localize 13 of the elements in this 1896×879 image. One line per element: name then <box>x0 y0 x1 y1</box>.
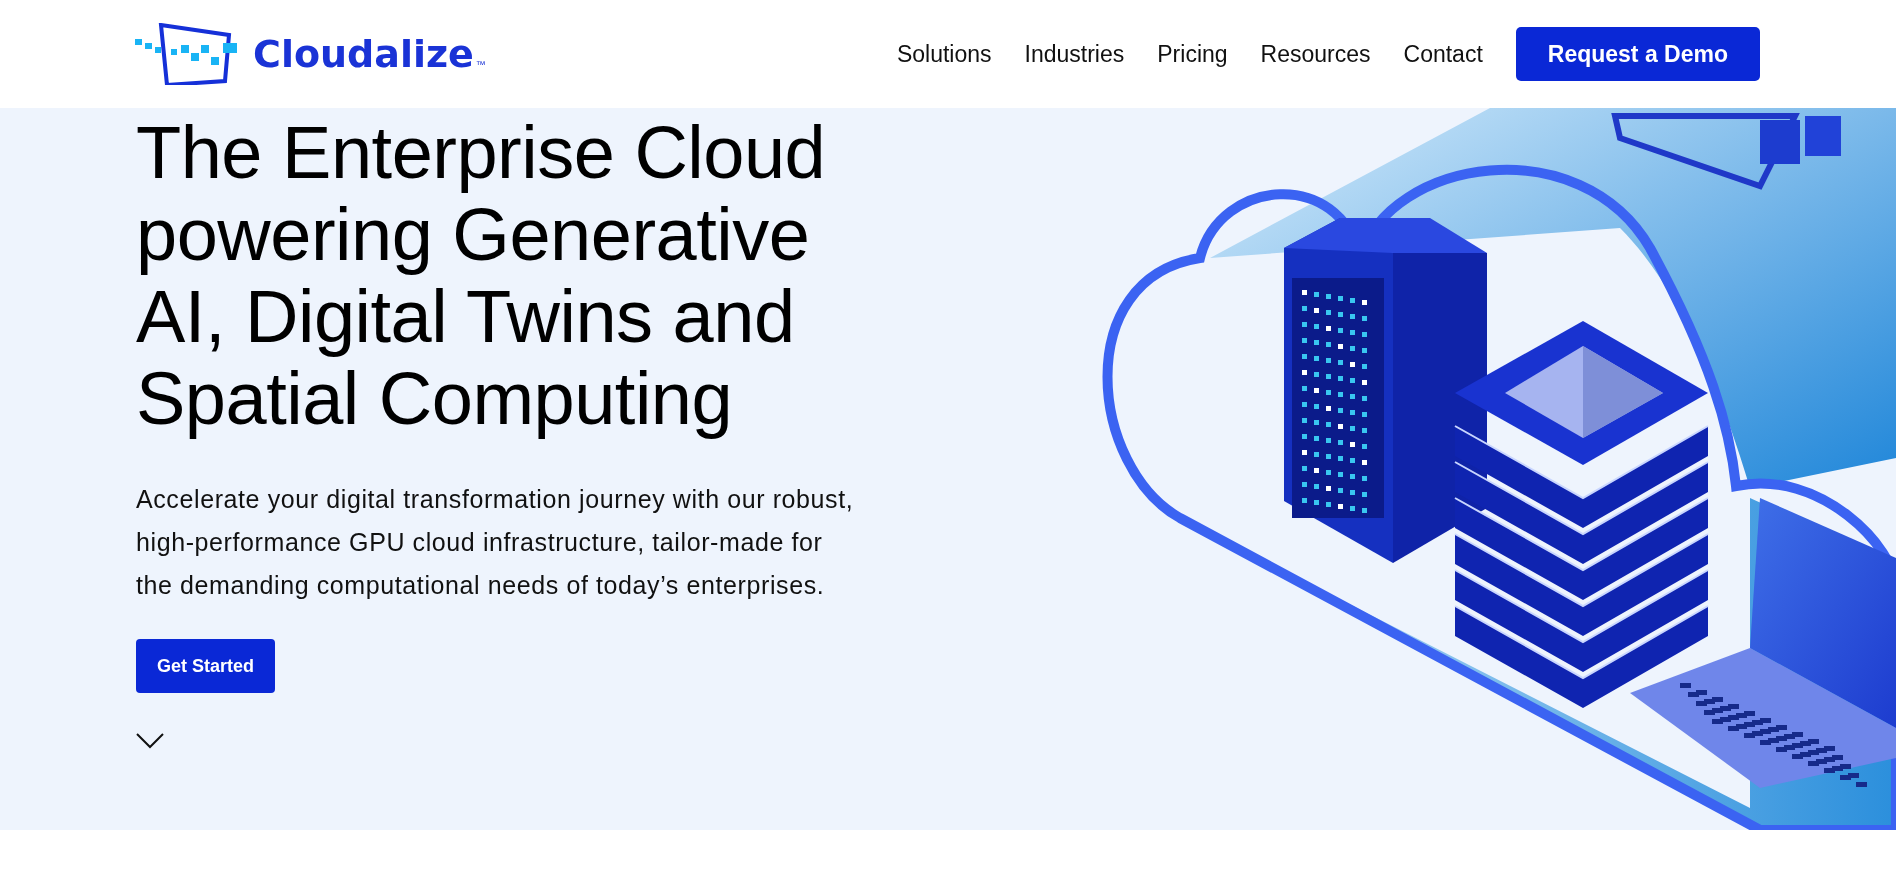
get-started-button[interactable]: Get Started <box>136 639 276 693</box>
trademark-sign: ™ <box>475 59 486 70</box>
chevron-down-icon[interactable] <box>136 733 164 749</box>
request-demo-button[interactable]: Request a Demo <box>1515 27 1760 81</box>
nav-link[interactable]: Solutions <box>896 40 992 68</box>
nav-link[interactable]: Contact <box>1403 40 1483 68</box>
hero-description: Accelerate your digital transformation journey with our robust, high-performance GPU cloud infrastructure, tailor-made for the demanding computational needs of today’s enterprises. <box>136 484 854 601</box>
logo-wordmark: Cloudalize <box>253 32 474 76</box>
nav-link[interactable]: Industries <box>1024 40 1125 68</box>
nav-link[interactable]: Pricing <box>1157 40 1228 68</box>
nav-link[interactable]: Resources <box>1260 40 1371 68</box>
logo[interactable]: Cloudalize™ <box>135 23 486 85</box>
hero-heading: The Enterprise Cloud powering Generative AI, Digital Twins and Spatial Computing <box>136 112 826 440</box>
